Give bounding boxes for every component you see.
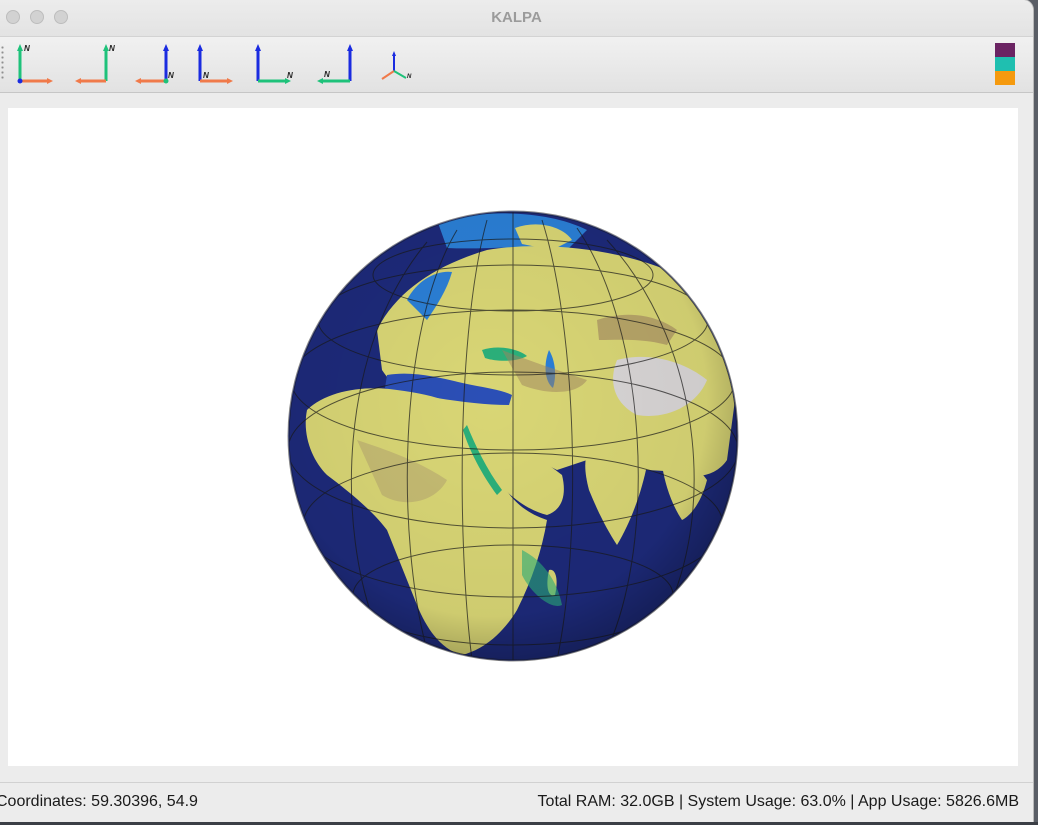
- view-north-up-mirror-button[interactable]: N: [72, 41, 116, 87]
- earth-globe[interactable]: [287, 210, 739, 662]
- system-usage-readout: Total RAM: 32.0GB | System Usage: 63.0% …: [537, 793, 1019, 810]
- svg-text:N: N: [24, 44, 30, 53]
- svg-text:N: N: [287, 71, 293, 80]
- svg-text:N: N: [407, 74, 412, 80]
- view-z-up-right-button[interactable]: N: [192, 41, 236, 87]
- coordinates-readout: Coordinates: 59.30396, 54.9: [0, 793, 198, 810]
- toolbar-grip[interactable]: [1, 45, 4, 81]
- title-bar[interactable]: KALPA: [0, 0, 1033, 37]
- app-window: KALPA N N N N N N N Coordinates: 59.3039…: [0, 0, 1033, 822]
- view-3d-button[interactable]: N: [372, 41, 416, 87]
- svg-text:N: N: [324, 70, 330, 79]
- view-axes-icon: N: [75, 44, 115, 84]
- view-axes-icon: N: [197, 44, 233, 84]
- view-axes-icon: N: [317, 44, 353, 84]
- status-bar: Coordinates: 59.30396, 54.9 Total RAM: 3…: [0, 782, 1033, 822]
- color-swatch[interactable]: [995, 71, 1015, 85]
- color-swatch[interactable]: [995, 57, 1015, 71]
- view-axes-icon: N: [255, 44, 293, 84]
- color-swatch-stack[interactable]: [995, 43, 1015, 85]
- view-north-up-button[interactable]: N: [12, 41, 56, 87]
- svg-text:N: N: [203, 71, 209, 80]
- toolbar: N N N N N N N: [0, 37, 1033, 93]
- view-axes-icon: N: [135, 44, 174, 84]
- color-swatch[interactable]: [995, 43, 1015, 57]
- view-z-up-y-left-button[interactable]: N: [314, 41, 358, 87]
- svg-text:N: N: [109, 44, 115, 53]
- globe-viewport[interactable]: [8, 108, 1018, 766]
- view-axes-icon: N: [17, 44, 53, 84]
- svg-text:N: N: [168, 71, 174, 80]
- view-3d-axes-icon: N: [381, 51, 412, 80]
- view-z-up-y-right-button[interactable]: N: [250, 41, 294, 87]
- view-z-up-left-button[interactable]: N: [132, 41, 176, 87]
- window-title: KALPA: [491, 9, 542, 26]
